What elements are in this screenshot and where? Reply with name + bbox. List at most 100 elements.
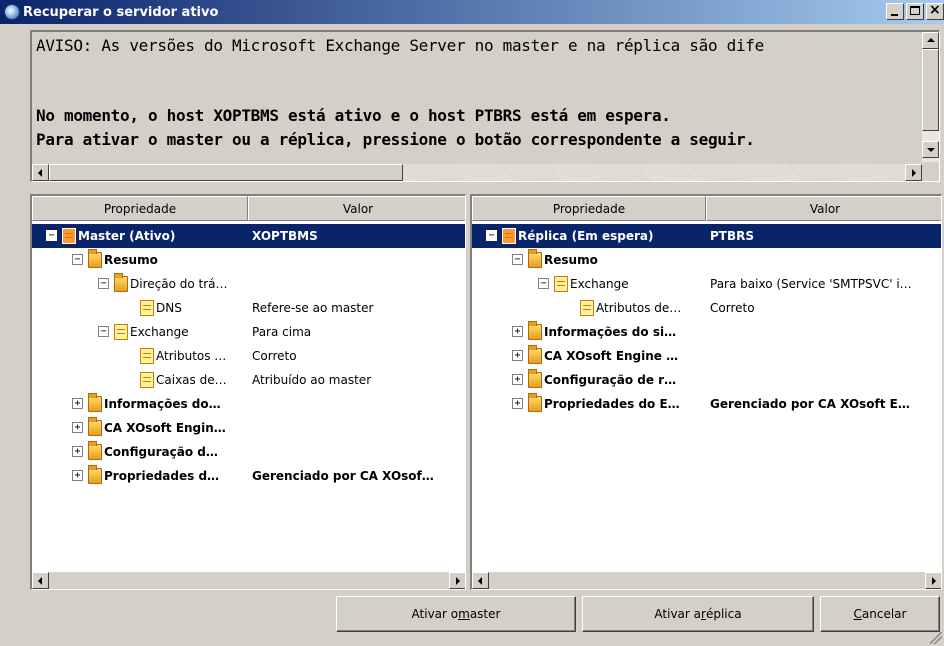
property-name: CA XOsoft Engine … xyxy=(544,349,679,363)
scroll-right-button[interactable] xyxy=(449,572,465,589)
collapse-icon[interactable]: − xyxy=(98,326,109,337)
message-vertical-scrollbar[interactable] xyxy=(922,32,939,162)
expand-icon[interactable]: + xyxy=(72,470,83,481)
arrow-down-icon xyxy=(927,148,935,152)
property-name: Master (Ativo) xyxy=(78,229,176,243)
property-name: Atributos … xyxy=(156,349,227,363)
maximize-button[interactable] xyxy=(906,3,924,20)
master-property-column-header[interactable]: Propriedade xyxy=(32,196,248,221)
button-label: éplica xyxy=(705,607,742,621)
close-icon: × xyxy=(929,2,941,18)
button-label: ancelar xyxy=(861,607,907,621)
expand-icon[interactable]: + xyxy=(72,398,83,409)
property-name: Réplica (Em espera) xyxy=(518,229,654,243)
master-horizontal-scrollbar[interactable] xyxy=(32,572,465,589)
property-name: Caixas de… xyxy=(156,373,227,387)
scroll-right-button[interactable] xyxy=(925,572,941,589)
tree-row[interactable]: − Resumo xyxy=(472,248,941,272)
tree-row[interactable]: Atributos de… Correto xyxy=(472,296,941,320)
property-value: Correto xyxy=(252,349,297,363)
expand-icon[interactable]: + xyxy=(512,374,523,385)
message-horizontal-scrollbar[interactable] xyxy=(32,164,922,181)
master-value-column-header[interactable]: Valor xyxy=(248,196,465,221)
arrow-left-icon xyxy=(38,169,42,177)
minimize-icon xyxy=(891,14,898,16)
tree-row[interactable]: + Informações do… xyxy=(32,392,465,416)
replica-value-column-header[interactable]: Valor xyxy=(706,196,941,221)
expand-icon[interactable]: + xyxy=(72,422,83,433)
property-value: Gerenciado por CA XOsoft E… xyxy=(710,397,910,411)
collapse-icon[interactable]: − xyxy=(98,278,109,289)
collapse-icon[interactable]: − xyxy=(486,230,497,241)
activate-master-button[interactable]: Ativar o m aster xyxy=(336,596,576,632)
scroll-thumb[interactable] xyxy=(49,164,403,181)
scroll-down-button[interactable] xyxy=(922,141,939,158)
collapse-icon[interactable]: − xyxy=(46,230,57,241)
tree-row[interactable]: DNS Refere-se ao master xyxy=(32,296,465,320)
property-name: Direção do trá… xyxy=(130,277,228,291)
collapse-icon[interactable]: − xyxy=(512,254,523,265)
folder-icon xyxy=(88,441,102,460)
property-value: Gerenciado por CA XOsof… xyxy=(252,469,434,483)
property-name: CA XOsoft Engin… xyxy=(104,421,226,435)
window-controls: × xyxy=(884,2,944,20)
property-name: Exchange xyxy=(130,325,189,339)
property-name: Resumo xyxy=(544,253,598,267)
resize-grip[interactable] xyxy=(930,632,942,644)
tree-row[interactable]: + Configuração de r… xyxy=(472,368,941,392)
expand-icon[interactable]: + xyxy=(512,326,523,337)
doc-icon xyxy=(554,276,568,292)
tree-row[interactable]: Caixas de… Atribuído ao master xyxy=(32,368,465,392)
replica-property-column-header[interactable]: Propriedade xyxy=(472,196,706,221)
arrow-left-icon xyxy=(478,577,482,585)
tree-row[interactable]: − Exchange Para cima xyxy=(32,320,465,344)
collapse-icon[interactable]: − xyxy=(72,254,83,265)
tree-row[interactable]: + CA XOsoft Engine … xyxy=(472,344,941,368)
button-label: aster xyxy=(469,607,501,621)
tree-row[interactable]: − Réplica (Em espera) PTBRS xyxy=(472,224,941,248)
tree-row[interactable]: + CA XOsoft Engin… xyxy=(32,416,465,440)
tree-row[interactable]: − Resumo xyxy=(32,248,465,272)
property-value: PTBRS xyxy=(710,229,755,243)
property-value: Correto xyxy=(710,301,755,315)
property-value: XOPTBMS xyxy=(252,229,318,243)
folder-icon xyxy=(114,273,128,292)
minimize-button[interactable] xyxy=(886,3,904,20)
expand-icon[interactable]: + xyxy=(512,350,523,361)
property-value: Refere-se ao master xyxy=(252,301,374,315)
close-button[interactable]: × xyxy=(926,2,944,20)
status-message: No momento, o host XOPTBMS está ativo e … xyxy=(36,106,671,125)
scroll-up-button[interactable] xyxy=(922,32,939,49)
scroll-left-button[interactable] xyxy=(32,164,49,181)
tree-row[interactable]: + Informações do si… xyxy=(472,320,941,344)
globe-icon xyxy=(4,4,20,20)
cancel-button[interactable]: Cancelar xyxy=(820,596,940,632)
replica-properties-panel[interactable]: Propriedade Valor − Réplica (Em espera) PT… xyxy=(470,194,942,590)
tree-row[interactable]: − Direção do trá… xyxy=(32,272,465,296)
arrow-left-icon xyxy=(38,577,42,585)
scroll-left-button[interactable] xyxy=(472,572,489,589)
tree-row[interactable]: − Master (Ativo) XOPTBMS xyxy=(32,224,465,248)
tree-row[interactable]: − Exchange Para baixo (Service 'SMTPSVC' i… xyxy=(472,272,941,296)
tree-row[interactable]: Atributos … Correto xyxy=(32,344,465,368)
folder-icon xyxy=(528,249,542,268)
message-box: AVISO: As versões do Microsoft Exchange … xyxy=(30,30,940,182)
tree-row[interactable]: + Propriedades do E… Gerenciado por CA XOs… xyxy=(472,392,941,416)
expand-icon[interactable]: + xyxy=(512,398,523,409)
scroll-left-button[interactable] xyxy=(32,572,49,589)
property-name: Propriedades d… xyxy=(104,469,220,483)
replica-horizontal-scrollbar[interactable] xyxy=(472,572,941,589)
tree-row[interactable]: + Configuração d… xyxy=(32,440,465,464)
button-accelerator: m xyxy=(458,607,470,621)
expand-icon[interactable]: + xyxy=(72,446,83,457)
tree-row[interactable]: + Propriedades d… Gerenciado por CA XOsof… xyxy=(32,464,465,488)
collapse-icon[interactable]: − xyxy=(538,278,549,289)
property-name: Exchange xyxy=(570,277,629,291)
master-properties-panel[interactable]: Propriedade Valor − Master (Ativo) XOPTBMS… xyxy=(30,194,466,590)
title-bar[interactable]: Recuperar o servidor ativo × xyxy=(0,0,944,24)
activate-replica-button[interactable]: Ativar a r éplica xyxy=(582,596,814,632)
scroll-thumb[interactable] xyxy=(922,49,939,131)
doc-icon xyxy=(140,372,154,388)
scroll-right-button[interactable] xyxy=(905,164,922,181)
folder-icon xyxy=(528,393,542,412)
